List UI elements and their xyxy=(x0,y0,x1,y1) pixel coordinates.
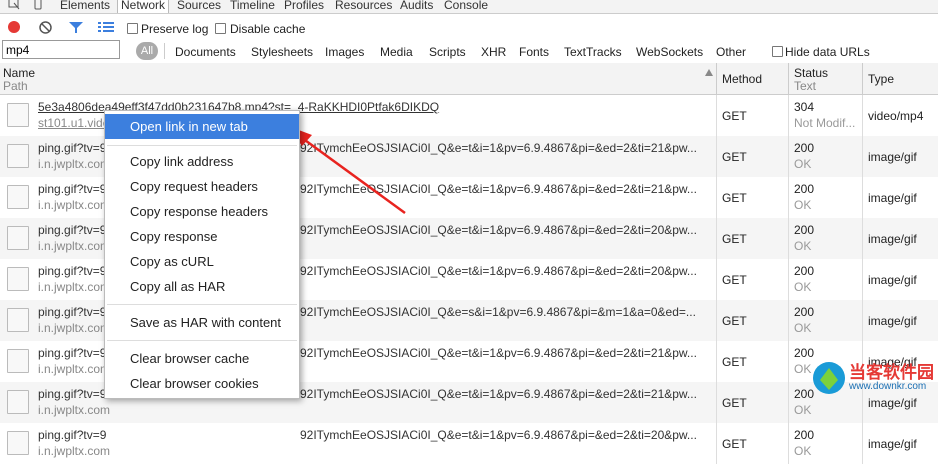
context-menu: Open link in new tab Copy link address C… xyxy=(104,110,300,399)
cell-type: image/gif xyxy=(863,423,938,464)
cell-method: GET xyxy=(717,423,789,464)
menu-copy-all-as-har[interactable]: Copy all as HAR xyxy=(105,274,299,299)
watermark: 当客软件园 www.downkr.com xyxy=(805,354,938,402)
menu-copy-response-headers[interactable]: Copy response headers xyxy=(105,199,299,224)
request-path: i.n.jwpltx.com xyxy=(38,403,111,417)
menu-copy-request-headers[interactable]: Copy request headers xyxy=(105,174,299,199)
menu-separator xyxy=(107,340,297,341)
menu-save-as-har[interactable]: Save as HAR with content xyxy=(105,310,299,335)
menu-clear-browser-cookies[interactable]: Clear browser cookies xyxy=(105,371,299,396)
menu-clear-browser-cache[interactable]: Clear browser cache xyxy=(105,346,299,371)
request-type: image/gif xyxy=(868,437,917,451)
request-url-tail: 92ITymchEeOSJSIACi0I_Q&e=t&i=1&pv=6.9.48… xyxy=(300,428,697,442)
file-icon xyxy=(7,431,29,455)
request-path: i.n.jwpltx.com xyxy=(38,444,111,458)
cell-name: ping.gif?tv=9 i.n.jwpltx.com 92ITymchEeOSJ… xyxy=(0,423,717,464)
menu-copy-link-address[interactable]: Copy link address xyxy=(105,149,299,174)
watermark-logo-icon xyxy=(813,362,845,394)
menu-open-link-new-tab[interactable]: Open link in new tab xyxy=(105,114,299,139)
menu-copy-response[interactable]: Copy response xyxy=(105,224,299,249)
table-row[interactable]: ping.gif?tv=9 i.n.jwpltx.com 92ITymchEeOSJ… xyxy=(0,423,938,464)
watermark-url: www.downkr.com xyxy=(849,381,927,392)
request-method: GET xyxy=(722,437,747,451)
request-name[interactable]: ping.gif?tv=9 xyxy=(38,428,106,442)
request-status-text: OK xyxy=(794,444,812,458)
menu-copy-as-curl[interactable]: Copy as cURL xyxy=(105,249,299,274)
menu-separator xyxy=(107,304,297,305)
request-status-text: OK xyxy=(794,403,812,417)
menu-separator xyxy=(107,145,297,146)
request-status: 200 xyxy=(794,428,815,442)
cell-status: 200 OK xyxy=(789,423,863,464)
watermark-title: 当客软件园 xyxy=(849,363,934,382)
